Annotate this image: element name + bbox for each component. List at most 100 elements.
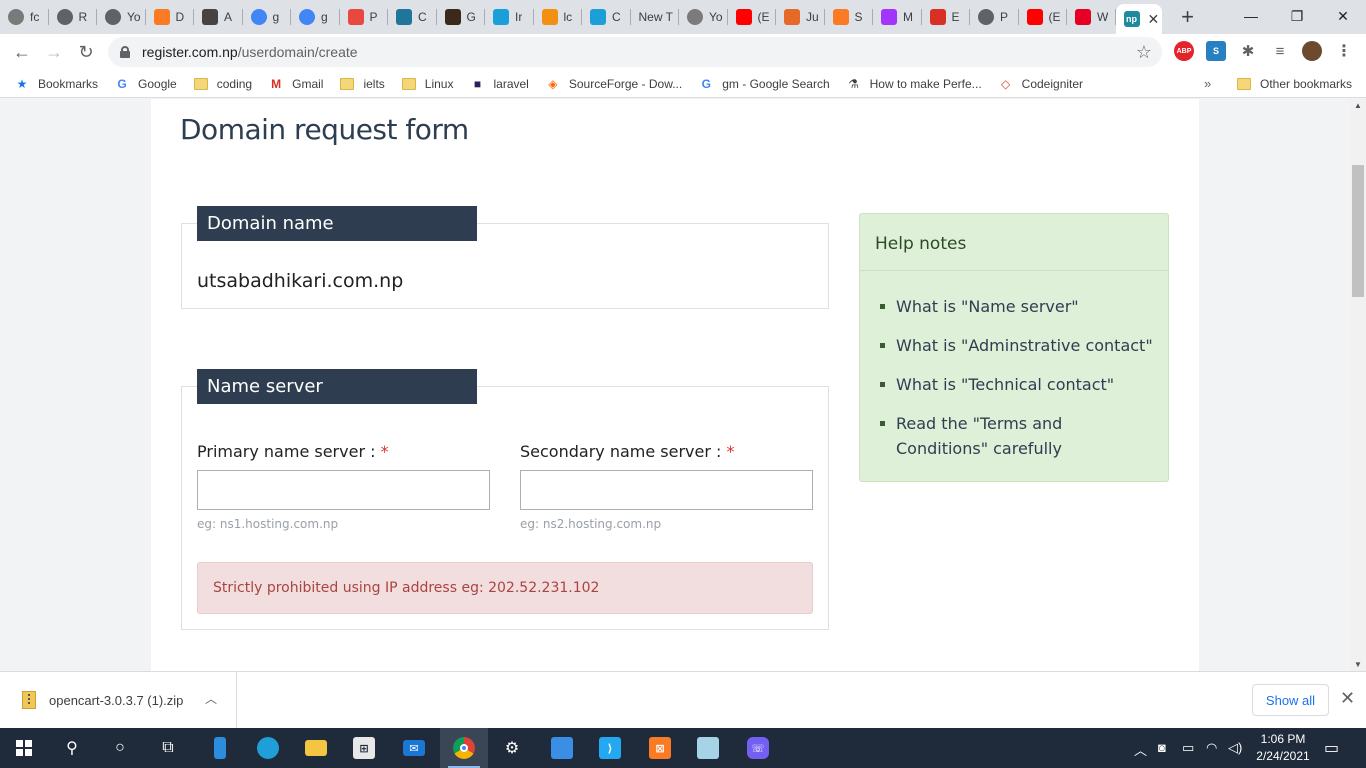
xampp-icon[interactable]: ⊠ bbox=[636, 728, 684, 768]
show-all-button[interactable]: Show all bbox=[1252, 684, 1329, 716]
help-note-link[interactable]: Read the "Terms and Conditions" carefull… bbox=[878, 411, 1158, 461]
zip-file-icon bbox=[22, 691, 36, 709]
tab[interactable]: g bbox=[243, 0, 292, 34]
meet-now-icon[interactable]: ◙ bbox=[1158, 740, 1166, 755]
tab[interactable]: W bbox=[1067, 0, 1116, 34]
app-icon[interactable] bbox=[684, 728, 732, 768]
settings-gear-icon[interactable]: ⚙ bbox=[488, 728, 536, 768]
primary-name-server-input[interactable] bbox=[197, 470, 490, 510]
bookmarks-overflow-button[interactable]: » bbox=[1204, 76, 1211, 91]
bookmark-item[interactable]: M Gmail bbox=[268, 76, 323, 92]
bookmark-item[interactable]: ★ Bookmarks bbox=[14, 76, 98, 92]
bookmark-item[interactable]: ielts bbox=[339, 76, 385, 92]
reload-button[interactable]: ↻ bbox=[72, 38, 100, 66]
back-button[interactable]: ← bbox=[8, 38, 36, 66]
minimize-button[interactable]: — bbox=[1228, 0, 1274, 32]
vscode-icon[interactable]: ⟩ bbox=[586, 728, 634, 768]
primary-name-server-hint: eg: ns1.hosting.com.np bbox=[197, 517, 339, 531]
tab[interactable]: E bbox=[922, 0, 971, 34]
mail-icon[interactable]: ✉ bbox=[390, 728, 438, 768]
bookmark-item[interactable]: coding bbox=[193, 76, 252, 92]
file-explorer-icon[interactable] bbox=[292, 728, 340, 768]
bookmark-item[interactable]: ◇ Codeigniter bbox=[998, 76, 1083, 92]
tab[interactable]: Yo bbox=[679, 0, 728, 34]
cart-icon bbox=[687, 9, 703, 25]
other-bookmarks[interactable]: Other bookmarks bbox=[1236, 76, 1352, 92]
tab[interactable]: S bbox=[825, 0, 874, 34]
show-hidden-icons-chevron[interactable]: ︿ bbox=[1134, 740, 1147, 759]
tab[interactable]: Yo bbox=[97, 0, 146, 34]
tab[interactable]: New T bbox=[631, 0, 680, 34]
lock-icon[interactable] bbox=[120, 46, 130, 58]
required-mark: * bbox=[726, 442, 735, 461]
forward-button[interactable]: → bbox=[40, 38, 68, 66]
bookmark-item[interactable]: Ggm - Google Search bbox=[698, 76, 830, 92]
phone-app-icon[interactable] bbox=[196, 728, 244, 768]
tab-active[interactable]: np ✕ bbox=[1115, 4, 1162, 34]
help-note-link[interactable]: What is "Adminstrative contact" bbox=[878, 333, 1158, 358]
close-download-bar-icon[interactable]: ✕ bbox=[1340, 688, 1355, 709]
control-panel-icon[interactable] bbox=[538, 728, 586, 768]
chrome-taskbar-icon[interactable] bbox=[440, 728, 488, 768]
help-note-link[interactable]: What is "Technical contact" bbox=[878, 372, 1158, 397]
new-tab-button[interactable]: + bbox=[1170, 0, 1206, 34]
tab[interactable]: (E bbox=[1019, 0, 1068, 34]
address-bar[interactable]: register.com.np/userdomain/create ☆ bbox=[108, 37, 1162, 67]
tab[interactable]: Ju bbox=[776, 0, 825, 34]
help-note-link[interactable]: What is "Name server" bbox=[878, 294, 1158, 319]
restore-button[interactable]: ❐ bbox=[1274, 0, 1320, 32]
bookmark-item[interactable]: ◈ SourceForge - Dow... bbox=[545, 76, 682, 92]
globe-icon bbox=[105, 9, 121, 25]
adblock-plus-icon[interactable]: ABP bbox=[1174, 41, 1194, 61]
cortana-icon[interactable]: ○ bbox=[96, 728, 144, 768]
search-icon[interactable]: ⚲ bbox=[48, 728, 96, 768]
bookmark-star-icon[interactable]: ☆ bbox=[1136, 42, 1152, 63]
close-icon[interactable]: ✕ bbox=[1148, 11, 1160, 28]
bookmark-label: ielts bbox=[363, 76, 385, 91]
chevron-up-icon[interactable]: ︿ bbox=[205, 690, 217, 707]
tab-title: Yo bbox=[127, 10, 141, 24]
profile-avatar[interactable] bbox=[1302, 41, 1322, 61]
bookmark-item[interactable]: G Google bbox=[114, 76, 176, 92]
bookmark-item[interactable]: Linux bbox=[401, 76, 453, 92]
system-clock[interactable]: 1:06 PM 2/24/2021 bbox=[1250, 731, 1316, 765]
tab[interactable]: R bbox=[49, 0, 98, 34]
youtube-icon bbox=[1026, 9, 1043, 25]
bookmark-item[interactable]: ■ laravel bbox=[469, 76, 529, 92]
dark-icon bbox=[444, 9, 461, 25]
tab[interactable]: G bbox=[437, 0, 486, 34]
tab[interactable]: C bbox=[388, 0, 437, 34]
tab[interactable]: fc bbox=[0, 0, 49, 34]
vertical-scrollbar[interactable]: ▲ ▼ bbox=[1350, 99, 1366, 671]
extensions-puzzle-icon[interactable]: ✱ bbox=[1238, 41, 1258, 61]
tab[interactable]: P bbox=[340, 0, 389, 34]
download-item[interactable]: opencart-3.0.3.7 (1).zip ︿ bbox=[0, 672, 237, 728]
tab[interactable]: A bbox=[194, 0, 243, 34]
start-button[interactable] bbox=[0, 728, 48, 768]
media-control-icon[interactable]: ≡ bbox=[1270, 41, 1290, 61]
edge-icon[interactable] bbox=[244, 728, 292, 768]
secondary-name-server-input[interactable] bbox=[520, 470, 813, 510]
scroll-up-arrow[interactable]: ▲ bbox=[1354, 101, 1362, 110]
task-view-icon[interactable]: ⧉ bbox=[144, 728, 192, 768]
viber-icon[interactable]: ☏ bbox=[734, 728, 782, 768]
tab[interactable]: D bbox=[146, 0, 195, 34]
tab[interactable]: M bbox=[873, 0, 922, 34]
bookmark-item[interactable]: ⚗ How to make Perfe... bbox=[846, 76, 981, 92]
battery-icon[interactable]: ▭ bbox=[1182, 740, 1194, 756]
close-window-button[interactable]: ✕ bbox=[1320, 0, 1366, 32]
notifications-icon[interactable]: ▭ bbox=[1324, 738, 1339, 758]
scrollbar-thumb[interactable] bbox=[1352, 165, 1364, 297]
tab[interactable]: P bbox=[970, 0, 1019, 34]
tab[interactable]: lc bbox=[534, 0, 583, 34]
store-icon[interactable]: ⊞ bbox=[340, 728, 388, 768]
volume-icon[interactable]: ◁) bbox=[1228, 740, 1242, 756]
wifi-icon[interactable]: ◠ bbox=[1206, 740, 1217, 756]
tab[interactable]: (E bbox=[728, 0, 777, 34]
scroll-down-arrow[interactable]: ▼ bbox=[1354, 660, 1362, 669]
menu-kebab-icon[interactable]: ⋮ bbox=[1334, 41, 1354, 61]
tab[interactable]: g bbox=[291, 0, 340, 34]
tab[interactable]: C bbox=[582, 0, 631, 34]
extension-s-icon[interactable]: S bbox=[1206, 41, 1226, 61]
tab[interactable]: Ir bbox=[485, 0, 534, 34]
